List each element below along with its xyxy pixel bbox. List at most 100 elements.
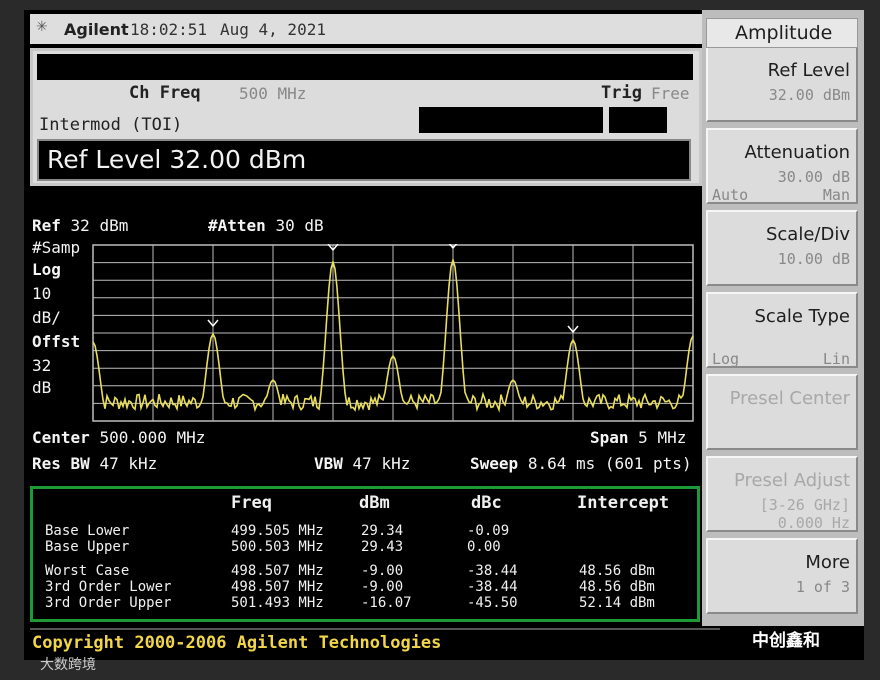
row-label: Worst Case [45, 563, 130, 579]
softkey-presel-adjust[interactable]: Presel Adjust [3-26 GHz] 0.000 Hz [706, 456, 858, 532]
softkey-label: More [805, 552, 850, 573]
row-label: Base Upper [45, 539, 130, 555]
clock-date: Aug 4, 2021 [220, 20, 326, 39]
softkey-option-left: Auto [712, 186, 749, 204]
rbw-readout: Res BW 47 kHz [32, 454, 157, 473]
row-label: 3rd Order Lower [45, 579, 172, 595]
softkey-label: Ref Level [767, 60, 850, 81]
scale-unit-label: dB/ [32, 308, 61, 327]
offset-value-label: 32 [32, 356, 52, 375]
title-bar [37, 54, 693, 80]
col-header-intercept: Intercept [577, 493, 670, 513]
detector-label: #Samp [32, 238, 81, 257]
softkey-value: 0.000 Hz [777, 514, 850, 532]
scale-value-label: 10 [32, 284, 52, 303]
row-label: Base Lower [45, 523, 130, 539]
atten-readout: #Atten 30 dB [208, 216, 324, 235]
ref-readout: Ref 32 dBm [32, 216, 128, 235]
table-cell: 29.43 [361, 539, 404, 555]
table-cell: 48.56 dBm [579, 579, 655, 595]
info-panel: Ch Freq 500 MHz Trig Free Intermod (TOI)… [30, 48, 702, 186]
status-block [609, 107, 667, 133]
vbw-label: VBW [314, 454, 343, 473]
measurement-name: Intermod (TOI) [39, 115, 183, 135]
center-readout: Center 500.000 MHz [32, 428, 205, 447]
ref-label: Ref [32, 216, 61, 235]
trig-value: Free [651, 84, 690, 103]
spectrum-plot[interactable] [92, 244, 694, 424]
toi-results-table: Freq dBm dBc Intercept Base Lower 499.505… [30, 486, 700, 622]
softkey-more[interactable]: More 1 of 3 [706, 538, 858, 614]
softkey-panel: Ref Level 32.00 dBm Attenuation 30.00 dB Aut… [702, 10, 864, 626]
softkey-value: 1 of 3 [795, 578, 850, 596]
softkey-value: 30.00 dB [777, 168, 850, 186]
softkey-value: 10.00 dB [777, 250, 850, 268]
table-cell: 29.34 [361, 523, 404, 539]
vbw-readout: VBW 47 kHz [314, 454, 410, 473]
row-label: 3rd Order Upper [45, 595, 172, 611]
table-cell: -45.50 [467, 595, 518, 611]
table-cell: 0.00 [467, 539, 501, 555]
vbw-value: 47 kHz [352, 454, 411, 473]
rbw-value: 47 kHz [99, 454, 158, 473]
scale-type-label: Log [32, 260, 61, 279]
watermark-account: 中创鑫和 [752, 631, 820, 651]
status-header: ✳ Agilent 18:02:51 Aug 4, 2021 [30, 14, 702, 44]
col-header-dbc: dBc [471, 493, 502, 513]
softkey-scale-div[interactable]: Scale/Div 10.00 dB [706, 210, 858, 286]
table-cell: 498.507 MHz [231, 563, 324, 579]
table-cell: -38.44 [467, 579, 518, 595]
brand-name: Agilent [64, 20, 129, 39]
span-label: Span [590, 428, 629, 447]
softkey-option-left: Log [712, 350, 740, 368]
softkey-attenuation[interactable]: Attenuation 30.00 dB Auto Man [706, 128, 858, 204]
atten-label: #Atten [208, 216, 266, 235]
atten-value: 30 dB [275, 216, 324, 235]
table-cell: 498.507 MHz [231, 579, 324, 595]
table-cell: 52.14 dBm [579, 595, 655, 611]
sweep-readout: Sweep 8.64 ms (601 pts) [470, 454, 692, 473]
span-readout: Span 5 MHz [590, 428, 686, 447]
softkey-option-right: Lin [822, 350, 850, 368]
center-value: 500.000 MHz [99, 428, 206, 447]
softkey-scale-type[interactable]: Scale Type Log Lin [706, 292, 858, 368]
watermark-source: 大数跨境 [40, 657, 96, 673]
active-entry-text: Ref Level 32.00 dBm [47, 145, 307, 174]
softkey-value: [3-26 GHz] [759, 496, 850, 514]
softkey-label: Presel Adjust [733, 470, 850, 491]
center-label: Center [32, 428, 90, 447]
status-block [419, 107, 603, 133]
col-header-dbm: dBm [359, 493, 390, 513]
table-cell: 500.503 MHz [231, 539, 324, 555]
softkey-label: Attenuation [744, 142, 850, 163]
span-value: 5 MHz [638, 428, 687, 447]
active-entry-field[interactable]: Ref Level 32.00 dBm [37, 139, 691, 181]
softkey-label: Scale Type [754, 306, 851, 327]
softkey-presel-center[interactable]: Presel Center [706, 374, 858, 450]
sweep-value: 8.64 ms (601 pts) [527, 454, 692, 473]
table-cell: -9.00 [361, 579, 404, 595]
ch-freq-label: Ch Freq [129, 83, 201, 103]
table-cell: -16.07 [361, 595, 412, 611]
table-cell: -9.00 [361, 563, 404, 579]
softkey-label: Scale/Div [765, 224, 850, 245]
col-header-freq: Freq [231, 493, 272, 513]
copyright-bar: Copyright 2000-2006 Agilent Technologies [30, 628, 720, 658]
softkey-label: Presel Center [729, 388, 850, 409]
table-cell: 501.493 MHz [231, 595, 324, 611]
table-cell: 48.56 dBm [579, 563, 655, 579]
offset-unit-label: dB [32, 378, 52, 397]
sweep-label: Sweep [470, 454, 519, 473]
ch-freq-value: 500 MHz [239, 84, 307, 103]
analyzer-screen: ✳ Agilent 18:02:51 Aug 4, 2021 Ch Freq 5… [24, 10, 864, 660]
copyright-text: Copyright 2000-2006 Agilent Technologies [32, 633, 442, 653]
table-cell: -0.09 [467, 523, 510, 539]
offset-label: Offst [32, 332, 81, 351]
softkey-ref-level[interactable]: Ref Level 32.00 dBm [706, 46, 858, 122]
agilent-logo-icon: ✳ [36, 19, 48, 35]
softkey-menu-title-text: Amplitude [735, 22, 833, 44]
softkey-menu-title: Amplitude [706, 18, 858, 48]
softkey-option-right: Man [822, 186, 850, 204]
clock-time: 18:02:51 [130, 20, 208, 39]
trig-label: Trig [601, 83, 642, 103]
